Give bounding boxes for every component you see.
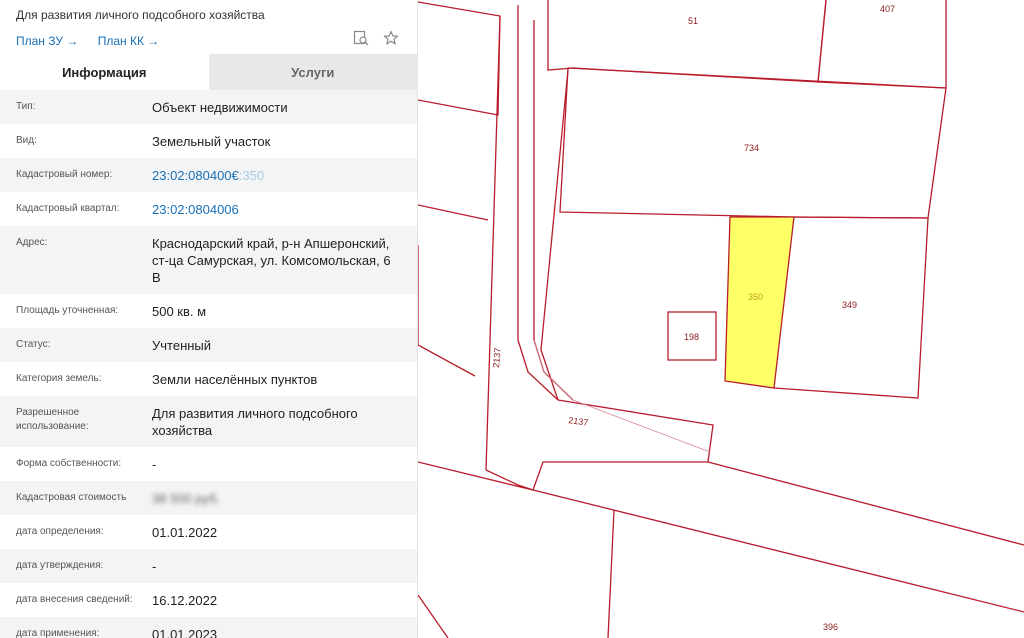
row-value: Объект недвижимости [152, 100, 288, 115]
road-centerline [533, 339, 711, 453]
row-kind: Вид: Земельный участок [0, 124, 417, 158]
road-boundary [517, 5, 559, 401]
row-status: Статус: Учтенный [0, 328, 417, 362]
parcel-label: 349 [842, 300, 857, 310]
panel-header: Для развития личного подсобного хозяйств… [0, 0, 417, 54]
plan-kk-label: План КК [97, 34, 144, 48]
parcel-boundary [418, 1, 501, 116]
panel-title: Для развития личного подсобного хозяйств… [16, 8, 265, 22]
row-value: Земельный участок [152, 134, 271, 149]
tab-bar: Информация Услуги [0, 54, 417, 90]
row-label: Кадастровый номер: [16, 169, 113, 180]
row-value: 01.01.2022 [152, 525, 218, 540]
row-date-determination: дата определения: 01.01.2022 [0, 515, 417, 549]
row-value: Краснодарский край, р-н Апшеронский, ст-… [152, 236, 391, 285]
parcel-boundary [607, 509, 615, 638]
cadastral-number-main: 23:02:080400€ [152, 168, 239, 183]
arrow-right-icon: → [66, 34, 79, 48]
row-label: Кадастровая стоимость [16, 492, 127, 503]
row-ownership: Форма собственности: - [0, 447, 417, 481]
plan-zu-label: План ЗУ [16, 34, 63, 48]
row-value: 38 500 руб. [152, 491, 221, 506]
row-value: Учтенный [152, 338, 212, 353]
row-label: Форма собственности: [16, 458, 122, 469]
row-label: Кадастровый квартал: [16, 203, 120, 214]
road-boundary [532, 399, 714, 491]
row-label: Площадь уточненная: [16, 305, 119, 316]
row-label: дата внесения сведений: [16, 594, 133, 605]
row-cadastral-number: Кадастровый номер: 23:02:080400€:350 [0, 158, 417, 192]
street-boundary [707, 461, 1024, 546]
road-label: 2137 [568, 415, 589, 428]
row-value: Земли населённых пунктов [152, 372, 318, 387]
row-label: Вид: [16, 135, 37, 146]
cadastral-map[interactable]: 51 407 734 350 349 198 2137 2137 396 [418, 0, 1024, 638]
row-address: Адрес: Краснодарский край, р-н Апшеронск… [0, 226, 417, 294]
row-value: - [152, 559, 157, 574]
row-value: Для развития личного подсобного хозяйств… [152, 406, 358, 438]
header-actions [353, 30, 399, 46]
parcel-boundary [418, 204, 489, 221]
parcel-boundary [418, 594, 449, 638]
row-label: Статус: [16, 339, 51, 350]
row-label: Тип: [16, 101, 36, 112]
parcel-label: 396 [823, 622, 838, 632]
map-canvas[interactable]: 51 407 734 350 349 198 2137 2137 396 [418, 0, 1024, 638]
row-value: 500 кв. м [152, 304, 207, 319]
parcel-boundary [418, 245, 476, 377]
info-table: Тип: Объект недвижимости Вид: Земельный … [0, 90, 417, 638]
parcel-label: 51 [688, 16, 698, 26]
parcel-label: 198 [684, 332, 699, 342]
road-label: 2137 [491, 347, 503, 368]
street-boundary [532, 489, 1024, 613]
parcel-label: 350 [748, 292, 763, 302]
parcel-label: 734 [744, 143, 759, 153]
tab-info[interactable]: Информация [0, 54, 209, 90]
road-boundary [485, 15, 501, 471]
row-area: Площадь уточненная: 500 кв. м [0, 294, 417, 328]
row-cadastral-quarter: Кадастровый квартал: 23:02:0804006 [0, 192, 417, 226]
cadastral-number-link[interactable]: 23:02:080400€:350 [152, 167, 401, 184]
plan-links: План ЗУ → План КК → [16, 34, 401, 48]
row-type: Тип: Объект недвижимости [0, 90, 417, 124]
row-permitted-use: Разрешенное использование: Для развития … [0, 396, 417, 447]
parcel-label: 407 [880, 4, 895, 14]
search-doc-icon[interactable] [353, 30, 369, 46]
tab-services[interactable]: Услуги [208, 54, 417, 90]
row-label: дата утверждения: [16, 560, 104, 571]
row-date-entry: дата внесения сведений: 16.12.2022 [0, 583, 417, 617]
info-panel: Для развития личного подсобного хозяйств… [0, 0, 418, 638]
row-label: дата определения: [16, 526, 104, 537]
arrow-right-icon: → [147, 34, 160, 48]
cadastral-quarter-link[interactable]: 23:02:0804006 [152, 201, 401, 218]
row-label: Адрес: [16, 237, 48, 248]
star-icon[interactable] [383, 30, 399, 46]
parcel-boundary [540, 69, 569, 401]
row-date-approval: дата утверждения: - [0, 549, 417, 583]
row-cadastral-cost: Кадастровая стоимость 38 500 руб. [0, 481, 417, 515]
row-land-category: Категория земель: Земли населённых пункт… [0, 362, 417, 396]
selected-parcel-350[interactable] [724, 216, 795, 389]
row-label: Категория земель: [16, 373, 102, 384]
plan-zu-link[interactable]: План ЗУ → [16, 34, 78, 48]
plan-kk-link[interactable]: План КК → [98, 34, 160, 48]
cadastral-number-tail: :350 [238, 168, 265, 183]
street-boundary [418, 461, 534, 491]
row-date-application: дата применения: 01.01.2023 [0, 617, 417, 638]
row-label: дата применения: [16, 628, 100, 638]
row-value: 16.12.2022 [152, 593, 218, 608]
row-label: Разрешенное использование: [16, 407, 89, 432]
row-value: - [152, 457, 157, 472]
row-value: 01.01.2023 [152, 627, 218, 638]
